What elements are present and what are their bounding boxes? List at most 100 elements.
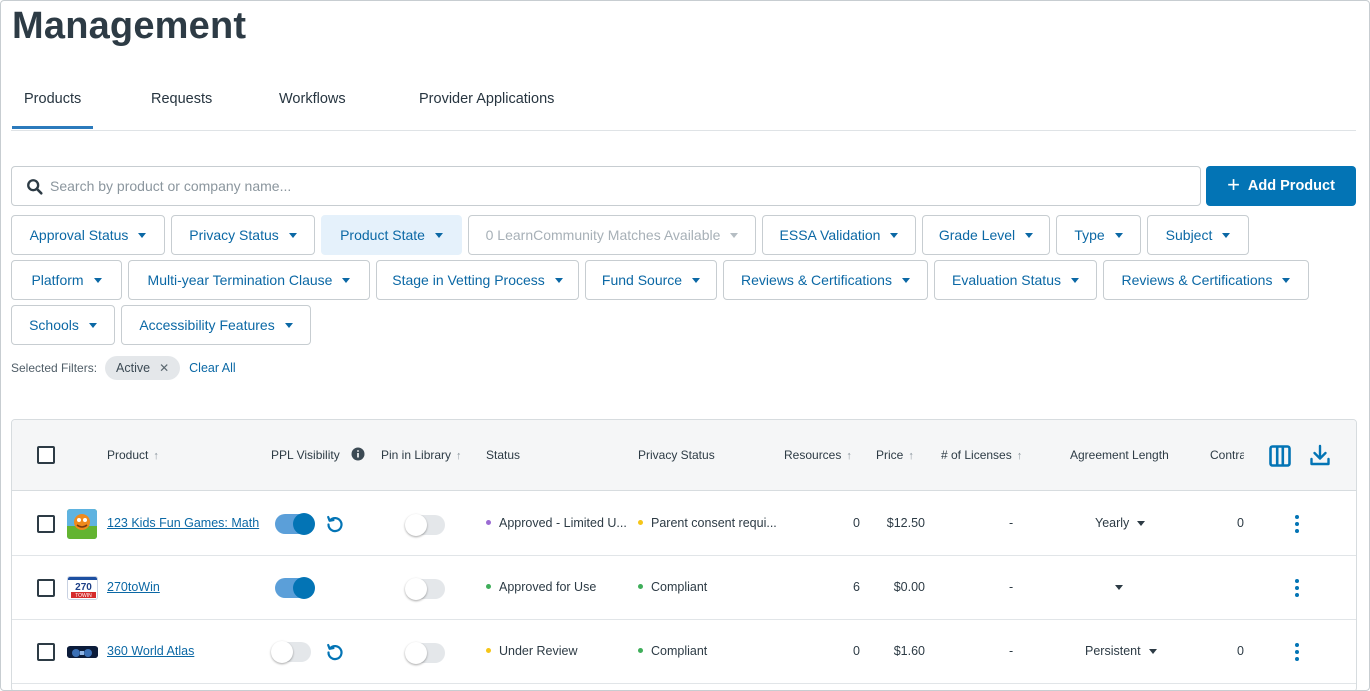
select-all-checkbox[interactable] <box>37 446 55 464</box>
filter-platform[interactable]: Platform <box>11 260 122 300</box>
col-licenses[interactable]: # of Licenses ↑ <box>941 448 1022 462</box>
ppl-visibility-toggle[interactable] <box>271 641 311 663</box>
status-cell: Approved for Use <box>486 580 596 594</box>
status-cell: Under Review <box>486 644 578 658</box>
agreement-length-dropdown[interactable] <box>1107 580 1123 594</box>
tab-bar: Products Requests Workflows Provider App… <box>11 83 1356 131</box>
filter-chip-active[interactable]: Active ✕ <box>105 356 181 380</box>
tab-workflows[interactable]: Workflows <box>279 91 346 107</box>
product-name-link[interactable]: 123 Kids Fun Games: Math <box>107 516 259 530</box>
price-cell: $12.50 <box>886 516 925 530</box>
privacy-cell: Compliant <box>638 580 707 594</box>
columns-icon[interactable] <box>1269 445 1291 467</box>
status-cell: Approved - Limited U... <box>486 516 627 530</box>
add-product-button[interactable]: + Add Product <box>1206 166 1356 206</box>
price-cell: $0.00 <box>893 580 925 594</box>
product-name: 270toWin <box>107 580 160 594</box>
caret-down-icon <box>88 322 97 328</box>
filter-approval-status[interactable]: Approval Status <box>11 215 165 255</box>
product-name-link[interactable]: 270toWin <box>107 580 160 594</box>
col-label: Resources <box>784 448 842 462</box>
filter-stage-in-vetting[interactable]: Stage in Vetting Process <box>376 260 579 300</box>
selected-filters-label: Selected Filters: <box>11 361 98 375</box>
svg-text:TOWIN: TOWIN <box>75 593 92 599</box>
tab-products[interactable]: Products <box>11 91 94 129</box>
col-product[interactable]: Product ↑ <box>107 448 159 462</box>
caret-down-icon <box>1115 585 1123 591</box>
filter-label: Stage in Vetting Process <box>392 272 545 288</box>
filter-evaluation-status[interactable]: Evaluation Status <box>934 260 1097 300</box>
filter-reviews-certifications[interactable]: Reviews & Certifications <box>723 260 928 300</box>
filter-privacy-status[interactable]: Privacy Status <box>171 215 315 255</box>
tab-requests[interactable]: Requests <box>151 91 212 107</box>
clear-all-link[interactable]: Clear All <box>189 361 236 375</box>
filter-label: 0 LearnCommunity Matches Available <box>485 227 721 243</box>
col-pin-in-library[interactable]: Pin in Library ↑ <box>381 448 462 462</box>
product-name: 123 Kids Fun Games: Math <box>107 516 260 530</box>
col-price[interactable]: Price ↑ <box>876 448 914 462</box>
sort-arrow-icon: ↑ <box>908 450 914 462</box>
ppl-visibility-toggle[interactable] <box>275 577 315 599</box>
caret-down-icon <box>284 322 293 328</box>
caret-down-icon <box>93 277 102 283</box>
agreement-length-dropdown[interactable]: Persistent <box>1085 644 1157 658</box>
filter-bar: Approval Status Privacy Status Product S… <box>11 215 1356 350</box>
page-title: Management <box>12 5 247 47</box>
filter-fund-source[interactable]: Fund Source <box>585 260 717 300</box>
caret-down-icon <box>1025 232 1034 238</box>
status-dot <box>638 520 643 526</box>
selected-filters: Selected Filters: Active ✕ Clear All <box>11 356 236 380</box>
sort-arrow-icon: ↑ <box>1016 450 1023 462</box>
status-text: Approved - Limited U... <box>499 516 627 530</box>
pin-in-library-toggle[interactable] <box>405 642 445 664</box>
filter-essa-validation[interactable]: ESSA Validation <box>762 215 916 255</box>
agreement-length-dropdown[interactable]: Yearly <box>1095 516 1146 530</box>
filter-subject[interactable]: Subject <box>1147 215 1249 255</box>
row-checkbox[interactable] <box>37 579 55 597</box>
pin-in-library-toggle[interactable] <box>405 578 445 600</box>
add-product-label: Add Product <box>1247 178 1335 194</box>
product-name-link[interactable]: 360 World Atlas <box>107 644 194 658</box>
caret-down-icon <box>342 277 351 283</box>
status-dot <box>486 520 491 526</box>
reset-icon[interactable] <box>325 642 345 662</box>
search-input[interactable] <box>50 169 1190 203</box>
agreement-value: Yearly <box>1095 516 1130 530</box>
filter-type[interactable]: Type <box>1056 215 1141 255</box>
close-icon[interactable]: ✕ <box>159 361 169 375</box>
reset-icon[interactable] <box>325 514 345 534</box>
filter-reviews-certifications-2[interactable]: Reviews & Certifications <box>1103 260 1309 300</box>
filter-label: Approval Status <box>29 227 129 243</box>
search-icon <box>27 179 43 195</box>
search-box <box>11 166 1201 206</box>
filter-schools[interactable]: Schools <box>11 305 115 345</box>
licenses-cell: - <box>1009 580 1014 594</box>
info-icon[interactable] <box>351 447 365 461</box>
more-options-icon[interactable] <box>1294 579 1300 597</box>
sort-arrow-icon: ↑ <box>153 450 159 462</box>
filter-label: Platform <box>31 272 84 288</box>
col-label: PPL Visibility <box>271 448 340 462</box>
row-checkbox[interactable] <box>37 515 55 533</box>
status-dot <box>486 648 491 654</box>
toggle-knob <box>293 577 315 599</box>
app-frame: Management Products Requests Workflows P… <box>0 0 1370 691</box>
filter-grade-level[interactable]: Grade Level <box>922 215 1050 255</box>
download-icon[interactable] <box>1309 444 1331 466</box>
sort-arrow-icon: ↑ <box>846 450 852 462</box>
toggle-knob <box>405 642 427 664</box>
filter-accessibility-features[interactable]: Accessibility Features <box>121 305 311 345</box>
status-dot <box>638 648 643 654</box>
ppl-visibility-toggle[interactable] <box>275 513 315 535</box>
price-cell: $1.60 <box>893 644 925 658</box>
row-checkbox[interactable] <box>37 643 55 661</box>
more-options-icon[interactable] <box>1294 643 1300 661</box>
filter-product-state[interactable]: Product State <box>321 215 462 255</box>
tab-provider-applications[interactable]: Provider Applications <box>419 91 554 107</box>
pin-in-library-toggle[interactable] <box>405 514 445 536</box>
chip-label: Active <box>116 361 151 375</box>
filter-multi-year-termination[interactable]: Multi-year Termination Clause <box>128 260 370 300</box>
caret-down-icon <box>434 232 443 238</box>
col-resources[interactable]: Resources ↑ <box>784 448 852 462</box>
more-options-icon[interactable] <box>1294 515 1300 533</box>
